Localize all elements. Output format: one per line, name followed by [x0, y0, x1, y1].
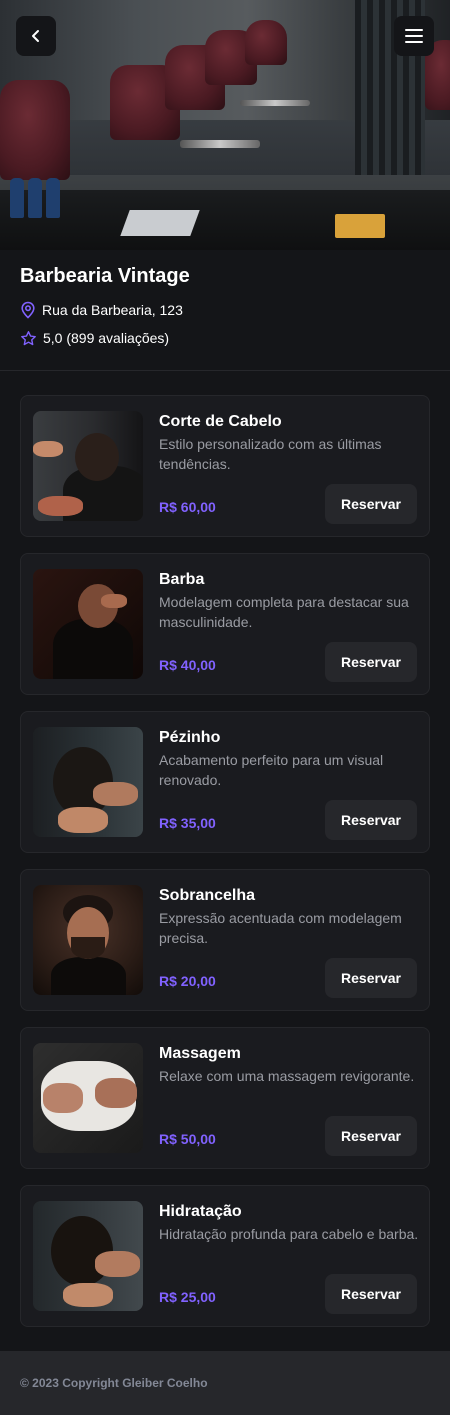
reserve-button[interactable]: Reservar [325, 1274, 417, 1314]
service-title: Pézinho [159, 729, 221, 746]
service-price: R$ 20,00 [159, 973, 216, 989]
service-description: Expressão acentuada com modelagem precis… [159, 910, 402, 946]
shop-rating: 5,0 (899 avaliações) [20, 328, 430, 348]
service-price: R$ 60,00 [159, 499, 216, 515]
service-description: Estilo personalizado com as últimas tend… [159, 436, 382, 472]
services-list: Corte de Cabelo Estilo personalizado com… [20, 395, 430, 1343]
chair-base [240, 100, 310, 106]
shop-address: Rua da Barbearia, 123 [20, 300, 430, 320]
map-pin-icon [21, 301, 35, 319]
service-card: Barba Modelagem completa para destacar s… [20, 553, 430, 695]
hamburger-menu-icon [405, 29, 423, 43]
service-image [33, 1201, 143, 1311]
shop-info: Barbearia Vintage Rua da Barbearia, 123 … [20, 262, 430, 348]
menu-button[interactable] [394, 16, 434, 56]
barber-chair [245, 20, 287, 65]
service-price: R$ 40,00 [159, 657, 216, 673]
service-title: Corte de Cabelo [159, 413, 282, 430]
star-icon [21, 330, 36, 345]
service-image [33, 885, 143, 995]
service-image [33, 411, 143, 521]
reserve-button[interactable]: Reservar [325, 1116, 417, 1156]
service-image [33, 727, 143, 837]
service-price: R$ 25,00 [159, 1289, 216, 1305]
service-description: Modelagem completa para destacar sua mas… [159, 594, 409, 630]
reserve-button[interactable]: Reservar [325, 958, 417, 998]
service-description: Hidratação profunda para cabelo e barba. [159, 1226, 419, 1242]
service-image [33, 569, 143, 679]
service-card: Sobrancelha Expressão acentuada com mode… [20, 869, 430, 1011]
service-description: Relaxe com uma massagem revigorante. [159, 1068, 415, 1084]
service-image [33, 1043, 143, 1153]
reserve-button[interactable]: Reservar [325, 642, 417, 682]
shop-address-text: Rua da Barbearia, 123 [42, 302, 183, 318]
reserve-button[interactable]: Reservar [325, 800, 417, 840]
service-card: Pézinho Acabamento perfeito para um visu… [20, 711, 430, 853]
service-card: Hidratação Hidratação profunda para cabe… [20, 1185, 430, 1327]
hero-paper [120, 210, 200, 236]
chair-base [180, 140, 260, 148]
reserve-button[interactable]: Reservar [325, 484, 417, 524]
service-description: Acabamento perfeito para um visual renov… [159, 752, 384, 788]
hero-bottle [28, 178, 42, 218]
service-card: Massagem Relaxe com uma massagem revigor… [20, 1027, 430, 1169]
service-price: R$ 35,00 [159, 815, 216, 831]
hero-box [335, 214, 385, 238]
hero-bottle [10, 178, 24, 218]
back-button[interactable] [16, 16, 56, 56]
shop-name: Barbearia Vintage [20, 265, 190, 287]
footer: © 2023 Copyright Gleiber Coelho [0, 1351, 450, 1415]
chevron-left-icon [32, 30, 39, 42]
shop-rating-text: 5,0 (899 avaliações) [43, 330, 170, 346]
service-price: R$ 50,00 [159, 1131, 216, 1147]
copyright-text: © 2023 Copyright Gleiber Coelho [20, 1376, 208, 1390]
service-title: Hidratação [159, 1203, 242, 1220]
service-title: Barba [159, 571, 205, 588]
hero-image [0, 0, 450, 250]
divider [0, 370, 450, 371]
hero-bottle [46, 178, 60, 218]
service-title: Massagem [159, 1045, 241, 1062]
barber-chair [0, 80, 70, 180]
service-card: Corte de Cabelo Estilo personalizado com… [20, 395, 430, 537]
service-title: Sobrancelha [159, 887, 256, 904]
